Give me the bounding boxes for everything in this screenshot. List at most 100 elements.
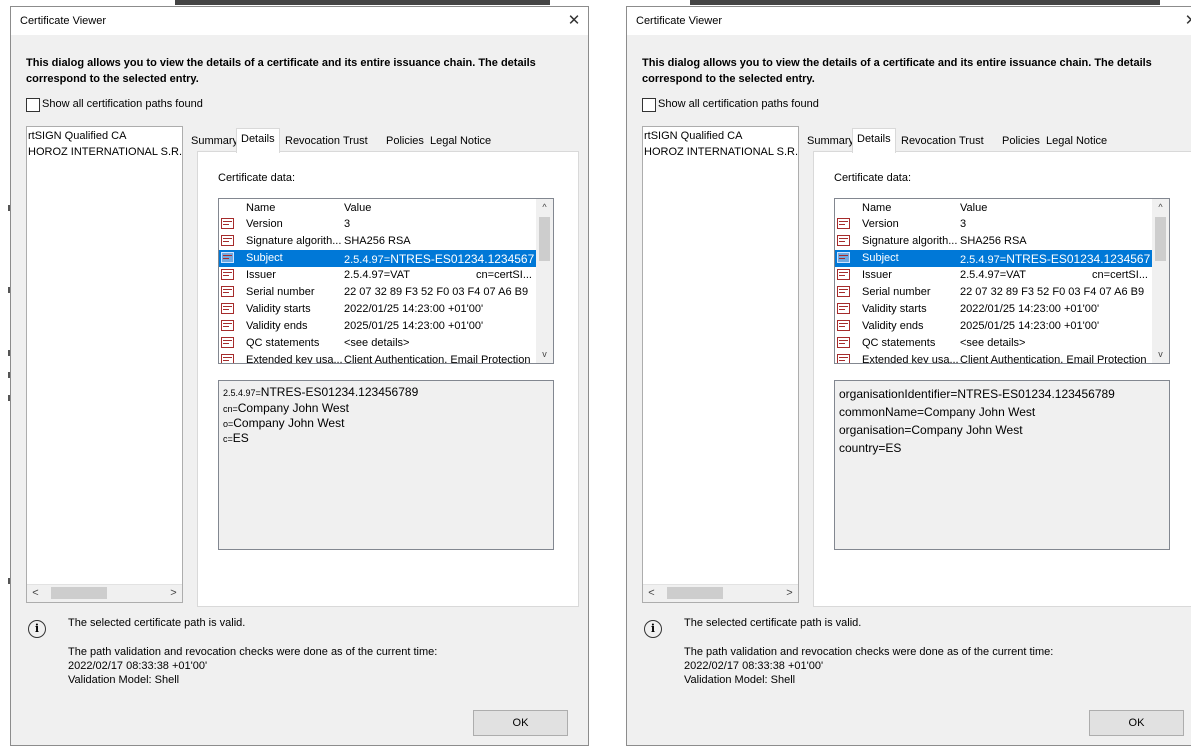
detail-prefix: cn= [223, 404, 238, 414]
scrollbar-thumb[interactable] [539, 217, 550, 261]
certificate-viewer-dialog: Certificate Viewer ✕ This dialog allows … [10, 6, 589, 746]
chevron-left-icon[interactable]: < [27, 585, 44, 602]
certificate-data-label: Certificate data: [834, 172, 912, 184]
tab-policies[interactable]: Policies [998, 131, 1044, 151]
chain-item-end-entity[interactable]: HOROZ INTERNATIONAL S.R. [28, 146, 182, 158]
field-row-extended-key-usage[interactable]: Extended key usa... Client Authenticatio… [835, 352, 1153, 363]
field-row-serial-number[interactable]: Serial number 22 07 32 89 F3 52 F0 03 F4… [835, 284, 1153, 301]
field-name: Validity ends [862, 320, 924, 332]
certificate-chain-tree[interactable]: rtSIGN Qualified CA HOROZ INTERNATIONAL … [642, 126, 799, 603]
field-name: Version [246, 218, 283, 230]
field-row-validity-starts[interactable]: Validity starts 2022/01/25 14:23:00 +01'… [835, 301, 1153, 318]
tab-policies[interactable]: Policies [382, 131, 428, 151]
chain-horizontal-scrollbar[interactable]: < > [643, 584, 798, 602]
chain-horizontal-scrollbar[interactable]: < > [27, 584, 182, 602]
close-icon[interactable]: ✕ [1177, 10, 1191, 32]
chevron-up-icon[interactable]: ^ [1152, 199, 1169, 216]
certificate-fields-list[interactable]: Name Value Version 3 Signature algorith.… [218, 198, 554, 364]
field-detail-box[interactable]: 2.5.4.97=NTRES-ES01234.123456789 cn=Comp… [218, 380, 554, 550]
detail-text: Company John West [233, 416, 345, 430]
show-all-paths-checkbox[interactable] [26, 98, 40, 112]
field-row-validity-starts[interactable]: Validity starts 2022/01/25 14:23:00 +01'… [219, 301, 537, 318]
path-valid-status: The selected certificate path is valid. [684, 617, 862, 629]
show-all-paths-checkbox[interactable] [642, 98, 656, 112]
field-row-subject[interactable]: Subject 2.5.4.97=NTRES-ES01234.1234567 [219, 250, 537, 267]
field-row-validity-ends[interactable]: Validity ends 2025/01/25 14:23:00 +01'00… [219, 318, 537, 335]
field-detail-box[interactable]: organisationIdentifier=NTRES-ES01234.123… [834, 380, 1170, 550]
ok-button[interactable]: OK [1089, 710, 1184, 736]
tab-revocation[interactable]: Revocation [897, 131, 960, 151]
show-all-paths-label[interactable]: Show all certification paths found [658, 98, 819, 110]
field-name: Extended key usa... [246, 354, 343, 364]
field-value-prefix: 2.5.4.97= [344, 254, 391, 266]
chevron-up-icon[interactable]: ^ [536, 199, 553, 216]
field-name: Issuer [246, 269, 276, 281]
field-name: Signature algorith... [246, 235, 342, 247]
tab-legal-notice[interactable]: Legal Notice [1042, 131, 1111, 151]
field-name: Validity ends [246, 320, 308, 332]
field-row-issuer[interactable]: Issuer 2.5.4.97=VAT cn=certSI... [219, 267, 537, 284]
scrollbar-thumb[interactable] [51, 587, 107, 599]
tab-summary[interactable]: Summary [187, 131, 242, 151]
field-value: 2022/01/25 14:23:00 +01'00' [960, 303, 1100, 315]
field-row-version[interactable]: Version 3 [219, 216, 537, 233]
chevron-right-icon[interactable]: > [781, 585, 798, 602]
scrollbar-thumb[interactable] [667, 587, 723, 599]
field-value: <see details> [960, 337, 1026, 349]
field-row-signature-algorithm[interactable]: Signature algorith... SHA256 RSA [835, 233, 1153, 250]
field-value: 2025/01/25 14:23:00 +01'00' [344, 320, 484, 332]
certificate-field-icon [221, 218, 234, 229]
tab-revocation[interactable]: Revocation [281, 131, 344, 151]
detail-text: Company John West [237, 401, 349, 415]
chevron-down-icon[interactable]: v [1152, 346, 1169, 363]
chevron-right-icon[interactable]: > [165, 585, 182, 602]
field-row-signature-algorithm[interactable]: Signature algorith... SHA256 RSA [219, 233, 537, 250]
field-row-serial-number[interactable]: Serial number 22 07 32 89 F3 52 F0 03 F4… [219, 284, 537, 301]
fields-vertical-scrollbar[interactable]: ^ v [536, 199, 553, 363]
field-row-qc-statements[interactable]: QC statements <see details> [219, 335, 537, 352]
field-name: QC statements [246, 337, 320, 349]
detail-line: country=ES [839, 441, 901, 455]
field-value: 3 [344, 218, 351, 230]
tab-summary[interactable]: Summary [803, 131, 858, 151]
tab-legal-notice[interactable]: Legal Notice [426, 131, 495, 151]
detail-line: 2.5.4.97=NTRES-ES01234.123456789 [223, 385, 418, 399]
show-all-paths-label[interactable]: Show all certification paths found [42, 98, 203, 110]
certificate-chain-tree[interactable]: rtSIGN Qualified CA HOROZ INTERNATIONAL … [26, 126, 183, 603]
ok-button[interactable]: OK [473, 710, 568, 736]
field-value-tail: cn=certSI... [1092, 269, 1148, 281]
field-row-validity-ends[interactable]: Validity ends 2025/01/25 14:23:00 +01'00… [835, 318, 1153, 335]
chain-item-root-ca[interactable]: rtSIGN Qualified CA [28, 130, 126, 142]
chain-item-root-ca[interactable]: rtSIGN Qualified CA [644, 130, 742, 142]
field-row-issuer[interactable]: Issuer 2.5.4.97=VAT cn=certSI... [835, 267, 1153, 284]
tab-details[interactable]: Details [236, 128, 280, 153]
field-value: SHA256 RSA [960, 235, 1027, 247]
field-row-qc-statements[interactable]: QC statements <see details> [835, 335, 1153, 352]
path-valid-status: The selected certificate path is valid. [68, 617, 246, 629]
tab-trust[interactable]: Trust [339, 131, 372, 151]
close-icon[interactable]: ✕ [560, 10, 588, 32]
tab-trust[interactable]: Trust [955, 131, 988, 151]
chevron-left-icon[interactable]: < [643, 585, 660, 602]
field-value-main: NTRES-ES01234.1234567 [1006, 252, 1150, 266]
chain-item-end-entity[interactable]: HOROZ INTERNATIONAL S.R. [644, 146, 798, 158]
certificate-fields-list[interactable]: Name Value Version 3 Signature algorith.… [834, 198, 1170, 364]
scrollbar-thumb[interactable] [1155, 217, 1166, 261]
column-header-name[interactable]: Name [246, 202, 275, 214]
chevron-down-icon[interactable]: v [536, 346, 553, 363]
field-row-extended-key-usage[interactable]: Extended key usa... Client Authenticatio… [219, 352, 537, 364]
tab-details[interactable]: Details [852, 128, 896, 153]
field-row-subject[interactable]: Subject 2.5.4.97=NTRES-ES01234.1234567 [835, 250, 1153, 267]
fields-vertical-scrollbar[interactable]: ^ v [1152, 199, 1169, 363]
field-value: SHA256 RSA [344, 235, 411, 247]
column-header-value[interactable]: Value [960, 202, 987, 214]
field-value: 2022/01/25 14:23:00 +01'00' [344, 303, 484, 315]
field-value: Client Authentication, Email Protection [344, 354, 531, 364]
detail-line: o=Company John West [223, 416, 344, 430]
field-row-version[interactable]: Version 3 [835, 216, 1153, 233]
detail-text: commonName=Company John West [839, 405, 1036, 419]
detail-line: cn=Company John West [223, 401, 349, 415]
column-header-value[interactable]: Value [344, 202, 371, 214]
field-value-tail: cn=certSI... [476, 269, 532, 281]
column-header-name[interactable]: Name [862, 202, 891, 214]
